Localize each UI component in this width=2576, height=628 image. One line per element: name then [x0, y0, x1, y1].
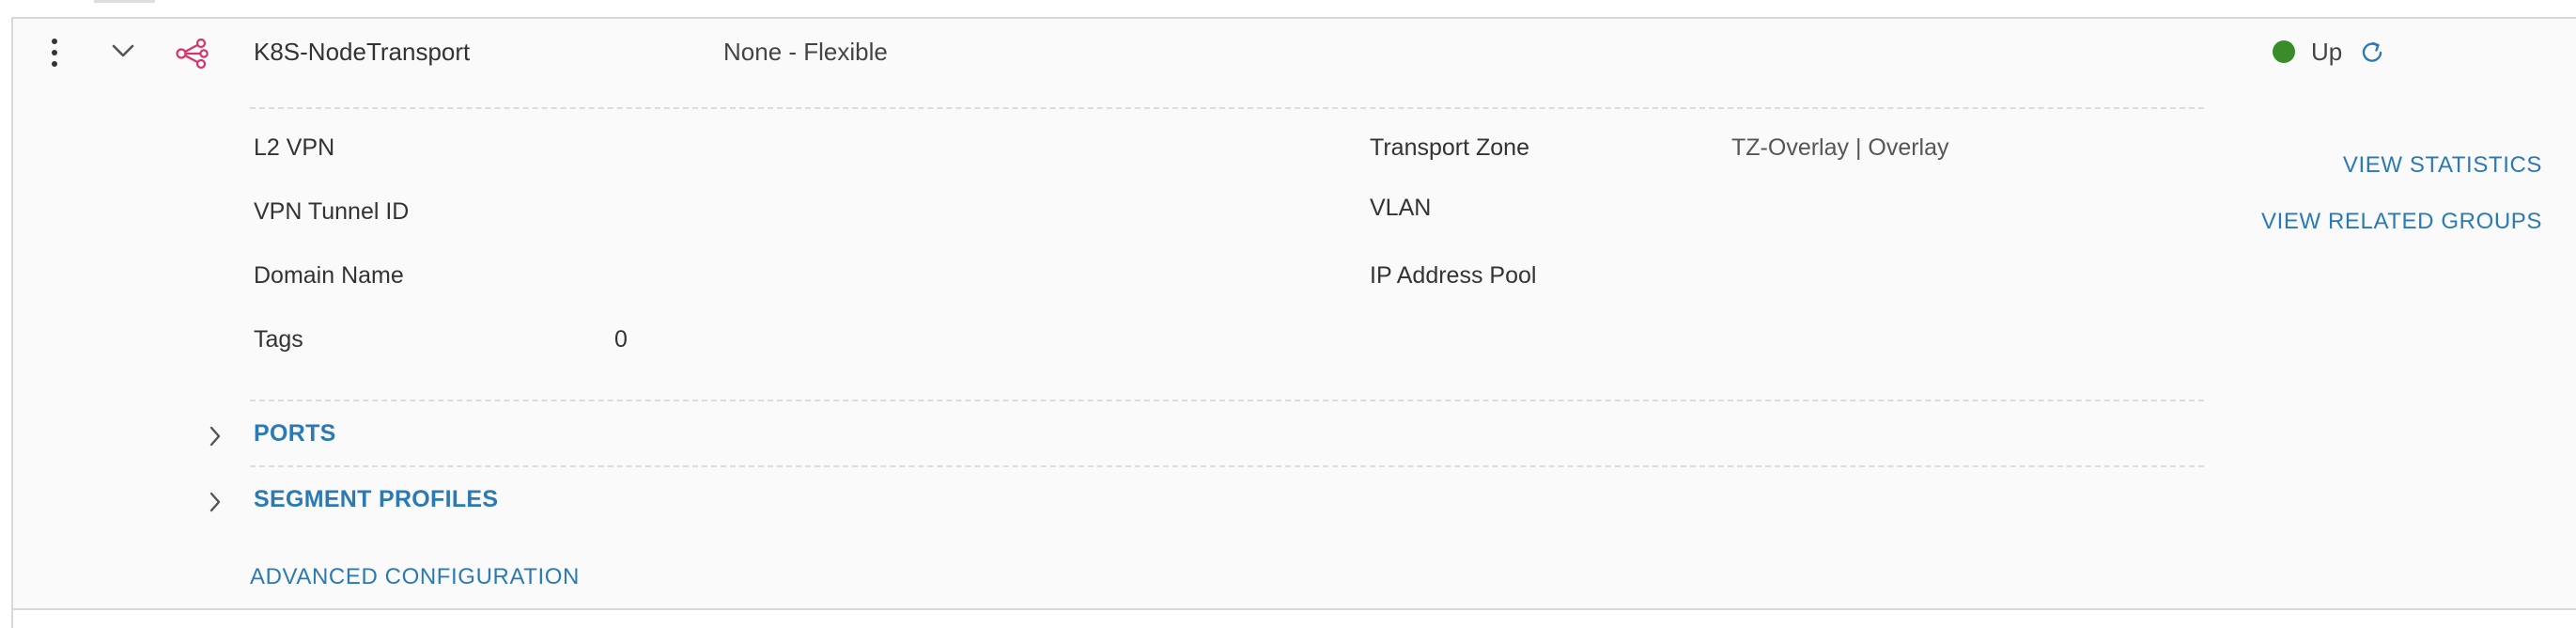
refresh-icon[interactable] [2360, 39, 2386, 66]
ports-divider [250, 465, 2204, 467]
chevron-down-icon[interactable] [111, 42, 135, 59]
vlan-label: VLAN [1370, 195, 1432, 221]
connectivity-value: None - Flexible [723, 38, 888, 66]
domain-name-label: Domain Name [254, 262, 404, 289]
ip-address-pool-label: IP Address Pool [1370, 262, 1537, 289]
transport-zone-value: TZ-Overlay | Overlay [1731, 134, 1949, 161]
view-statistics-link[interactable]: VIEW STATISTICS [2343, 152, 2542, 179]
vpn-tunnel-id-label: VPN Tunnel ID [254, 198, 410, 225]
tags-label: Tags [254, 326, 303, 353]
segment-profiles-section-toggle[interactable]: SEGMENT PROFILES [254, 485, 498, 513]
row-top-border [11, 17, 2576, 19]
advanced-configuration-link[interactable]: ADVANCED CONFIGURATION [250, 564, 580, 590]
status-label: Up [2311, 38, 2343, 66]
segment-share-icon [176, 38, 209, 70]
row-left-border [11, 17, 13, 628]
segment-row-expanded: K8S-NodeTransport None - Flexible Up L2 … [0, 0, 2576, 628]
tags-count-value[interactable]: 0 [614, 325, 628, 353]
view-related-groups-link[interactable]: VIEW RELATED GROUPS [2261, 209, 2542, 235]
l2-vpn-label: L2 VPN [254, 134, 335, 161]
details-bottom-divider [250, 400, 2204, 401]
row-bottom-border [11, 608, 2576, 610]
ports-section-toggle[interactable]: PORTS [254, 419, 336, 447]
kebab-menu-icon[interactable] [43, 36, 66, 70]
status-up-indicator [2273, 40, 2295, 63]
segment-profiles-expand-chevron-icon[interactable] [207, 490, 224, 514]
segment-name[interactable]: K8S-NodeTransport [254, 38, 470, 66]
details-top-divider [250, 107, 2204, 109]
previous-row-stub [94, 0, 155, 3]
transport-zone-label: Transport Zone [1370, 134, 1529, 161]
ports-expand-chevron-icon[interactable] [207, 424, 224, 448]
